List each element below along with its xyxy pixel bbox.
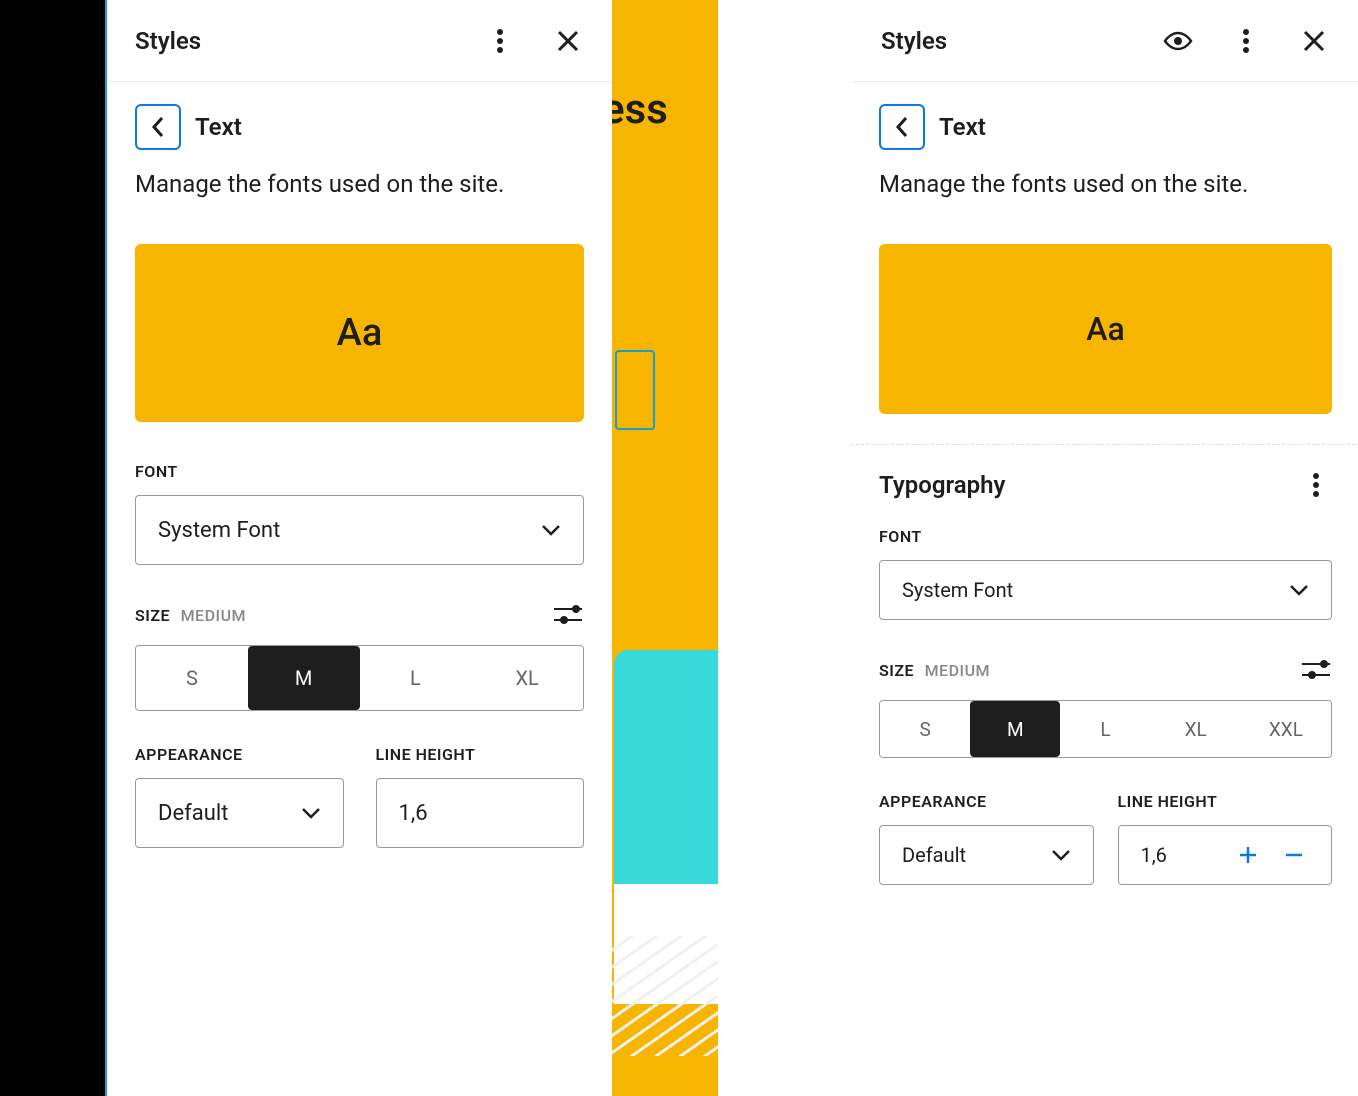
size-option-xxl[interactable]: XXL — [1241, 701, 1331, 757]
size-segmented-control: S M L XL XXL — [879, 700, 1332, 758]
section-description: Manage the fonts used on the site. — [879, 168, 1332, 200]
line-height-input[interactable]: 1,6 — [376, 778, 585, 848]
font-select-value: System Font — [158, 518, 280, 543]
font-preview: Aa — [135, 244, 584, 422]
size-settings-button[interactable] — [1300, 654, 1332, 686]
typography-heading: Typography — [879, 471, 1005, 499]
size-option-xl[interactable]: XL — [471, 646, 583, 710]
chevron-down-icon — [301, 807, 321, 819]
size-label: SIZE MEDIUM — [879, 661, 990, 680]
more-button[interactable] — [484, 25, 516, 57]
chevron-down-icon — [1051, 849, 1071, 861]
size-option-l[interactable]: L — [1060, 701, 1150, 757]
panel-header: Styles — [853, 0, 1358, 82]
more-vertical-icon — [1242, 28, 1250, 54]
size-settings-button[interactable] — [552, 599, 584, 631]
more-vertical-icon — [496, 28, 504, 54]
canvas-hatch-pattern — [612, 936, 718, 1056]
size-label: SIZE MEDIUM — [135, 606, 246, 625]
typography-more-button[interactable] — [1300, 469, 1332, 501]
eye-icon — [1162, 31, 1194, 51]
panel-title: Styles — [135, 27, 201, 55]
line-height-decrement[interactable] — [1279, 840, 1309, 870]
header-actions — [484, 25, 584, 57]
size-option-m[interactable]: M — [248, 646, 360, 710]
sliders-icon — [554, 605, 582, 625]
size-option-m[interactable]: M — [970, 701, 1060, 757]
canvas-peek: ess — [612, 0, 718, 1096]
breadcrumb-row: Text — [135, 104, 584, 150]
editor-sidebar-strip — [0, 0, 107, 1096]
appearance-value: Default — [158, 801, 228, 826]
appearance-label: APPEARANCE — [879, 792, 1094, 811]
close-icon — [1303, 30, 1325, 52]
back-button[interactable] — [135, 104, 181, 150]
font-select[interactable]: System Font — [135, 495, 584, 565]
section-title: Text — [195, 113, 242, 141]
chevron-left-icon — [895, 116, 909, 138]
styles-panel-right: Styles Text Manage the fonts used on the… — [853, 0, 1358, 1096]
appearance-select[interactable]: Default — [879, 825, 1094, 885]
canvas-illustration-bg — [614, 650, 718, 900]
size-option-l[interactable]: L — [360, 646, 472, 710]
style-book-button[interactable] — [1162, 25, 1194, 57]
line-height-label: LINE HEIGHT — [1118, 792, 1333, 811]
font-select-value: System Font — [902, 578, 1013, 602]
panel-header: Styles — [107, 0, 612, 82]
line-height-label: LINE HEIGHT — [376, 745, 585, 764]
size-segmented-control: S M L XL — [135, 645, 584, 711]
header-actions — [1162, 25, 1330, 57]
chevron-left-icon — [151, 116, 165, 138]
minus-icon — [1284, 845, 1304, 865]
size-option-s[interactable]: S — [880, 701, 970, 757]
back-button[interactable] — [879, 104, 925, 150]
more-vertical-icon — [1312, 472, 1320, 498]
breadcrumb-row: Text — [879, 104, 1332, 150]
line-height-increment[interactable] — [1233, 840, 1263, 870]
line-height-value: 1,6 — [1141, 843, 1167, 867]
appearance-value: Default — [902, 843, 966, 867]
section-title: Text — [939, 113, 986, 141]
styles-panel-left: Styles Text Manage the fonts used on the… — [107, 0, 612, 1096]
line-height-stepper[interactable]: 1,6 — [1118, 825, 1333, 885]
size-option-xl[interactable]: XL — [1151, 701, 1241, 757]
close-icon — [557, 30, 579, 52]
more-button[interactable] — [1230, 25, 1262, 57]
appearance-select[interactable]: Default — [135, 778, 344, 848]
canvas-text-fragment: ess — [612, 85, 668, 134]
canvas-selection-outline — [615, 350, 655, 430]
section-description: Manage the fonts used on the site. — [135, 168, 584, 200]
section-divider — [851, 444, 1358, 445]
appearance-label: APPEARANCE — [135, 745, 344, 764]
size-option-s[interactable]: S — [136, 646, 248, 710]
font-preview: Aa — [879, 244, 1332, 414]
plus-icon — [1238, 845, 1258, 865]
font-label: FONT — [135, 462, 584, 481]
chevron-down-icon — [1289, 584, 1309, 596]
font-label: FONT — [879, 527, 1332, 546]
panel-title: Styles — [881, 27, 947, 55]
chevron-down-icon — [541, 524, 561, 536]
sliders-icon — [1302, 660, 1330, 680]
close-button[interactable] — [1298, 25, 1330, 57]
font-select[interactable]: System Font — [879, 560, 1332, 620]
close-button[interactable] — [552, 25, 584, 57]
